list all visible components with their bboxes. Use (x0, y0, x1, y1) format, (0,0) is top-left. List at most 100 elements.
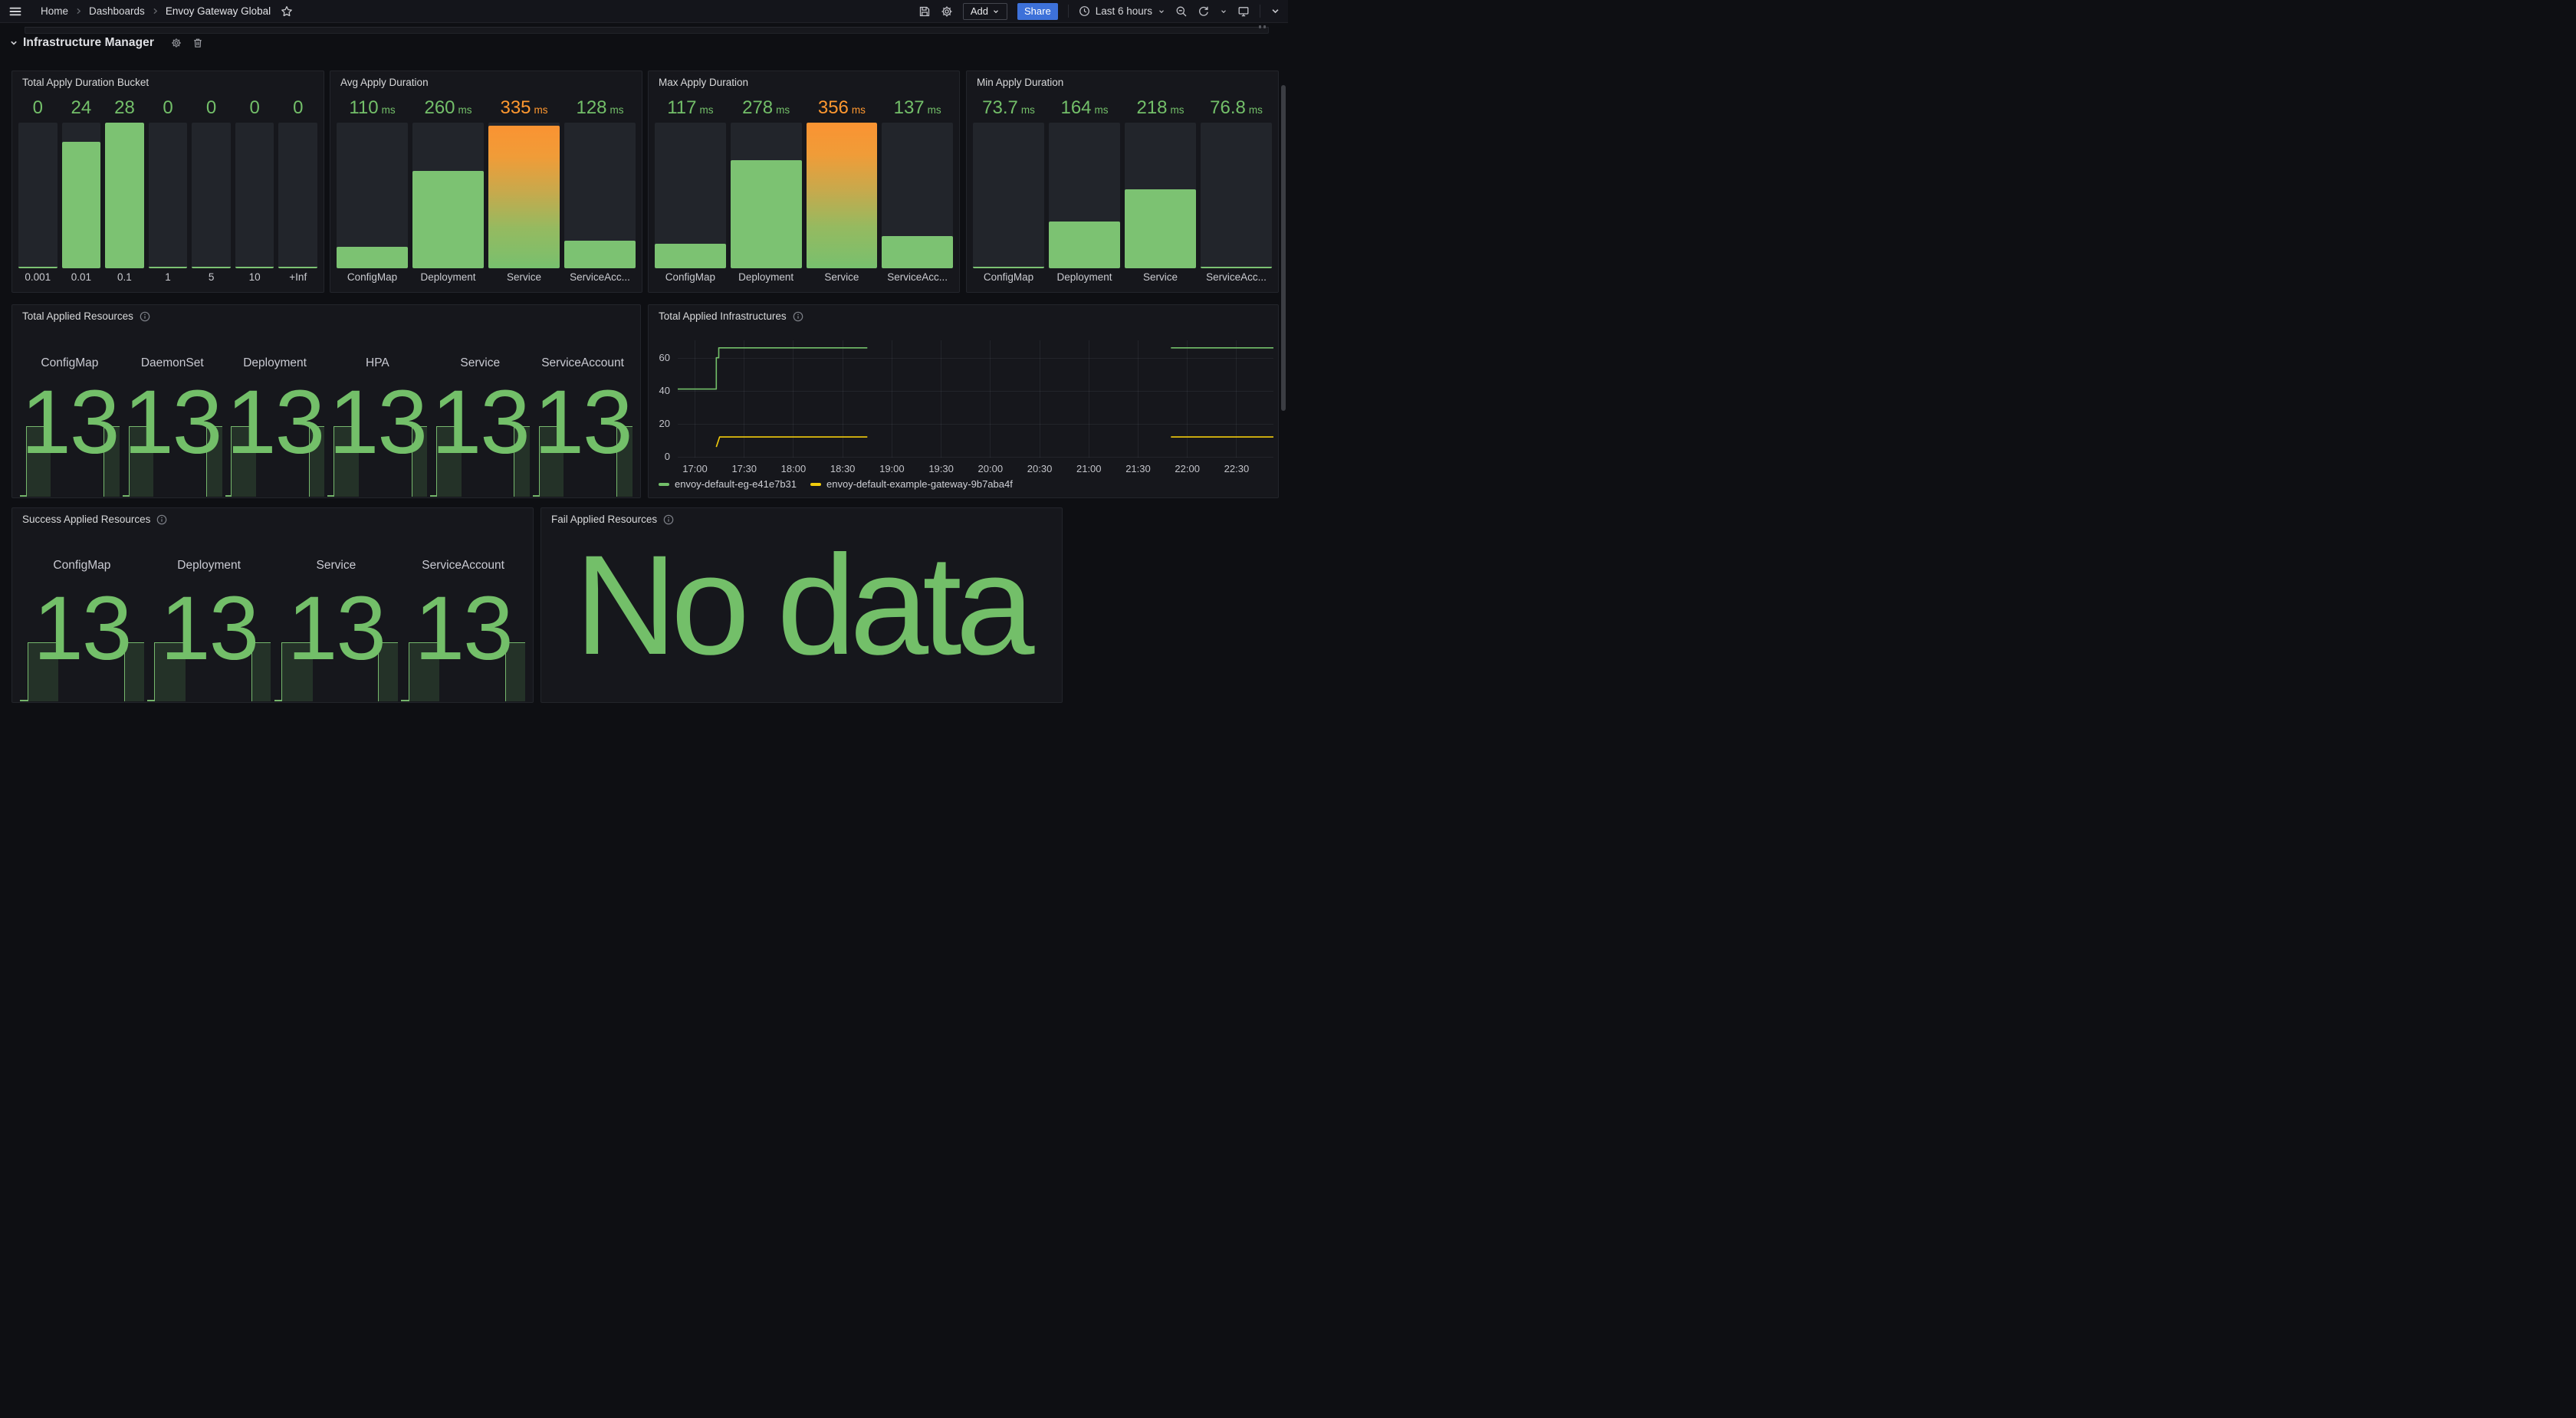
bar-value: 128ms (564, 97, 636, 120)
row-delete-trash-icon[interactable] (192, 38, 203, 48)
bar-value-number: 73.7 (982, 97, 1018, 119)
chevron-down-icon[interactable] (9, 38, 18, 48)
legend-item[interactable]: envoy-default-example-gateway-9b7aba4f (810, 478, 1013, 490)
bar-value-number: 117 (667, 97, 696, 119)
bar-value-number: 0 (206, 97, 216, 119)
bar-values-row: 024280000 (18, 97, 317, 120)
time-series-chart: 020406017:0017:3018:0018:3019:0019:3020:… (649, 305, 1278, 497)
gear-icon[interactable] (941, 5, 953, 18)
sparkline-baseline (147, 700, 155, 701)
stat-grid: ConfigMap13DaemonSet13Deployment13HPA13S… (18, 305, 634, 497)
refresh-interval-chevron-icon[interactable] (1220, 8, 1227, 15)
bar-fill (1201, 267, 1272, 268)
stat-value: 13 (399, 583, 527, 674)
bar-fill (882, 236, 953, 268)
panel-title[interactable]: Total Apply Duration Bucket (22, 77, 149, 88)
legend-item[interactable]: envoy-default-eg-e41e7b31 (659, 478, 797, 490)
stat-value: 13 (429, 377, 531, 468)
stat-column: Service13 (429, 305, 531, 497)
bar-value-unit: ms (1095, 104, 1109, 116)
panel-title[interactable]: Min Apply Duration (977, 77, 1063, 88)
bar-value: 335ms (488, 97, 560, 120)
time-range-picker[interactable]: Last 6 hours (1079, 5, 1165, 17)
bar-value-number: 137 (894, 97, 925, 119)
bar-track (412, 123, 484, 268)
stat-label: Service (273, 559, 400, 573)
panel-fail-applied-resources: Fail Applied Resources No data (540, 507, 1063, 703)
breadcrumb-home[interactable]: Home (41, 5, 68, 17)
bar-fill (488, 126, 560, 268)
panel-title[interactable]: Avg Apply Duration (340, 77, 429, 88)
bar-category-label: +Inf (278, 271, 317, 287)
bar-fill (1125, 189, 1196, 268)
star-icon[interactable] (281, 5, 293, 18)
save-icon[interactable] (918, 5, 931, 18)
drag-handle-icon (1259, 25, 1261, 28)
panel-title[interactable]: Total Applied Infrastructures (659, 310, 787, 322)
bar-category-row: 0.0010.010.11510+Inf (18, 271, 317, 287)
stat-value: 13 (224, 377, 327, 468)
bar-track (1049, 123, 1120, 268)
zoom-out-icon[interactable] (1175, 5, 1188, 18)
time-range-label: Last 6 hours (1096, 5, 1152, 17)
bar-value: 28 (105, 97, 144, 120)
bar-track (807, 123, 878, 268)
legend-series-name: envoy-default-eg-e41e7b31 (675, 478, 797, 490)
panel-title[interactable]: Total Applied Resources (22, 310, 133, 322)
scrolled-panel-strip (25, 27, 1269, 34)
panel-title[interactable]: Success Applied Resources (22, 514, 150, 525)
add-button[interactable]: Add (963, 3, 1007, 20)
bar-value: 0 (192, 97, 231, 120)
bar-value-unit: ms (852, 104, 866, 116)
stat-value: 13 (18, 583, 146, 674)
bar-category-label: 10 (235, 271, 274, 287)
bar-category-row: ConfigMapDeploymentServiceServiceAcc... (337, 271, 636, 287)
stat-column: Deployment13 (146, 508, 273, 701)
bar-track (973, 123, 1044, 268)
info-icon[interactable] (663, 514, 674, 525)
stat-label: ServiceAccount (531, 356, 634, 370)
stat-value: 13 (18, 377, 121, 468)
panel-title[interactable]: Max Apply Duration (659, 77, 748, 88)
divider (1068, 5, 1069, 18)
refresh-icon[interactable] (1198, 5, 1210, 18)
breadcrumb-current: Envoy Gateway Global (166, 5, 271, 17)
collapse-nav-chevron-icon[interactable] (1270, 6, 1280, 16)
info-icon[interactable] (156, 514, 167, 525)
stat-column: Deployment13 (224, 305, 327, 497)
bar-value-number: 0 (163, 97, 172, 119)
panel-avg-apply-duration: Avg Apply Duration 110ms260ms335ms128msC… (330, 71, 642, 293)
row-settings-gear-icon[interactable] (171, 38, 182, 48)
row-title[interactable]: Infrastructure Manager (23, 36, 154, 50)
stat-column: ServiceAccount13 (531, 305, 634, 497)
bar-value: 0 (235, 97, 274, 120)
breadcrumb-dashboards[interactable]: Dashboards (89, 5, 145, 17)
panel-title[interactable]: Fail Applied Resources (551, 514, 657, 525)
share-button[interactable]: Share (1017, 3, 1058, 20)
info-icon[interactable] (140, 311, 150, 322)
bar-fill (105, 123, 144, 268)
bar-values-row: 73.7ms164ms218ms76.8ms (973, 97, 1272, 120)
menu-icon[interactable] (8, 5, 22, 18)
bar-value-unit: ms (1171, 104, 1184, 116)
x-axis-label: 17:30 (723, 463, 766, 474)
bar-value-number: 0 (33, 97, 43, 119)
stat-column: ConfigMap13 (18, 508, 146, 701)
bar-category-label: 1 (149, 271, 188, 287)
kiosk-mode-icon[interactable] (1237, 5, 1250, 18)
y-axis-label: 40 (649, 385, 670, 396)
bar-value-number: 76.8 (1210, 97, 1246, 119)
stat-grid: ConfigMap13Deployment13Service13ServiceA… (18, 508, 527, 701)
drag-handle-icon (1263, 25, 1266, 28)
bar-category-row: ConfigMapDeploymentServiceServiceAcc... (973, 271, 1272, 287)
stat-label: DaemonSet (121, 356, 224, 370)
stat-column: ServiceAccount13 (399, 508, 527, 701)
stat-value: 13 (326, 377, 429, 468)
bar-fill (564, 241, 636, 268)
bar-tracks-row (655, 123, 953, 268)
stat-label: HPA (326, 356, 429, 370)
page-scrollbar[interactable] (1281, 85, 1286, 411)
info-icon[interactable] (793, 311, 803, 322)
bar-category-label: 5 (192, 271, 231, 287)
bar-value-unit: ms (928, 104, 941, 116)
